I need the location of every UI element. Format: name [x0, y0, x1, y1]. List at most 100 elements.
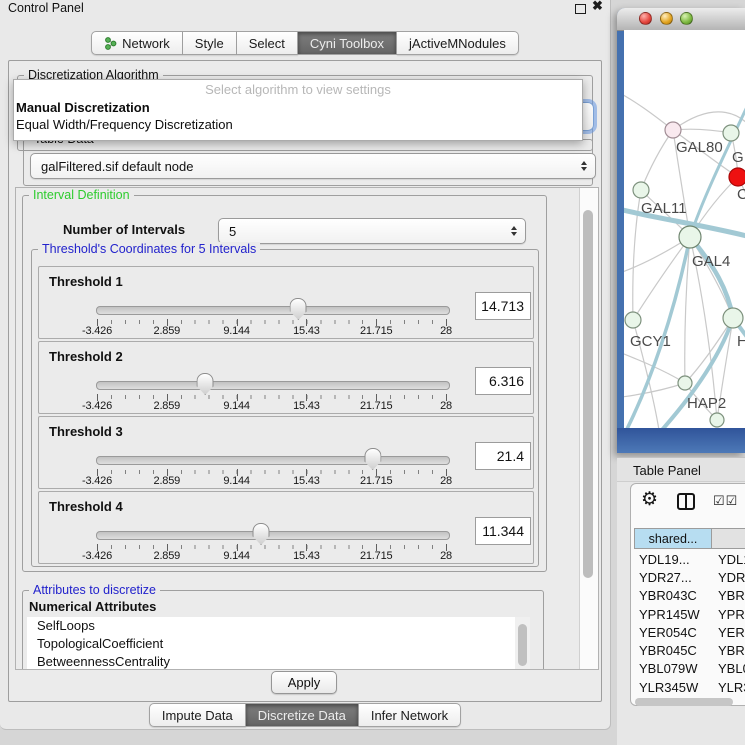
threshold-label: Threshold 3 [49, 424, 123, 439]
tick-label: 15.43 [293, 550, 320, 562]
tick-label: 21.715 [360, 475, 392, 487]
tab-cyni-toolbox[interactable]: Cyni Toolbox [298, 31, 397, 55]
columns-icon[interactable] [677, 493, 695, 510]
threshold-value-field[interactable]: 6.316 [475, 367, 531, 395]
table-data-group: Table Data galFiltered.sif default node [23, 139, 593, 186]
threshold-value-field[interactable]: 14.713 [475, 292, 531, 320]
list-item[interactable]: BetweennessCentrality [27, 653, 515, 669]
node-label-gal80: GAL80 [676, 139, 723, 156]
node-top-right[interactable] [723, 125, 739, 141]
dropdown-option-manual[interactable]: Manual Discretization [14, 99, 582, 116]
tick-label: 9.144 [223, 400, 250, 412]
select-checkboxes-icon[interactable]: ☑☑ [713, 493, 738, 509]
minor-ticks [97, 395, 447, 399]
node-right[interactable] [723, 308, 743, 328]
tick-label: 15.43 [293, 400, 320, 412]
group-title: Threshold's Coordinates for 5 Intervals [38, 242, 260, 256]
table-row[interactable]: YDL19...YDL1 [634, 550, 745, 568]
node-bottom[interactable] [710, 413, 724, 427]
close-traffic-light[interactable] [639, 12, 652, 25]
tab-network[interactable]: Network [91, 31, 183, 55]
tab-infer-network[interactable]: Infer Network [359, 703, 461, 727]
threshold-value-field[interactable]: 21.4 [475, 442, 531, 470]
tab-label: Network [122, 36, 170, 51]
slider-handle[interactable] [364, 448, 381, 470]
thresholds-group: Threshold's Coordinates for 5 Intervals … [31, 249, 539, 567]
node-gcy1[interactable] [625, 312, 641, 328]
threshold-label: Threshold 1 [49, 274, 123, 289]
number-of-intervals-label: Number of Intervals [63, 222, 185, 237]
interval-definition-group: Interval Definition Number of Intervals … [22, 195, 547, 572]
float-window-icon[interactable] [575, 4, 586, 14]
gear-icon[interactable]: ⚙ [641, 488, 658, 511]
apply-button[interactable]: Apply [271, 671, 337, 694]
minimize-traffic-light[interactable] [660, 12, 673, 25]
node-label-partial-g: G [732, 149, 744, 166]
threshold-label: Threshold 2 [49, 349, 123, 364]
threshold-3-row: Threshold 3 -3.426 2.859 9.144 15.43 21.… [38, 416, 534, 489]
dropdown-placeholder-item[interactable]: Select algorithm to view settings [14, 80, 582, 99]
table-data-selected: galFiltered.sif default node [41, 159, 193, 174]
tick-label: -3.426 [82, 475, 112, 487]
node-gal80[interactable] [665, 122, 681, 138]
bottom-tab-bar: Impute Data Discretize Data Infer Networ… [0, 703, 610, 727]
node-selected-red[interactable] [729, 168, 745, 186]
dropdown-option-equal-width[interactable]: Equal Width/Frequency Discretization [14, 116, 582, 133]
scrollbar-thumb[interactable] [583, 210, 593, 578]
node-gal11[interactable] [633, 182, 649, 198]
node-table-panel: ⚙ ☑☑ shared... n YDL19...YDL1 YDR27...YD… [630, 483, 745, 706]
node-label-gal4: GAL4 [692, 253, 730, 270]
list-item[interactable]: TopologicalCoefficient [27, 635, 515, 653]
table-row[interactable]: YBR045CYBR0 [634, 641, 745, 659]
table-header: shared... n [634, 528, 745, 549]
node-gal4[interactable] [679, 226, 701, 248]
table-panel: Table Panel ⚙ ☑☑ shared... n YDL19...YDL… [617, 457, 745, 745]
slider-handle[interactable] [253, 523, 270, 545]
list-scrollbar[interactable] [515, 617, 530, 669]
table-row[interactable]: YLR345WYLR3 [634, 678, 745, 696]
table-row[interactable]: YBR043CYBR0 [634, 587, 745, 605]
tick-label: 21.715 [360, 550, 392, 562]
intervals-value: 5 [229, 224, 236, 239]
zoom-traffic-light[interactable] [680, 12, 693, 25]
list-item[interactable]: SelfLoops [27, 617, 515, 635]
table-row[interactable]: YPR145WYPR1 [634, 605, 745, 623]
minor-ticks [97, 545, 447, 549]
table-data-combobox[interactable]: galFiltered.sif default node [30, 153, 596, 179]
tab-impute-data[interactable]: Impute Data [149, 703, 246, 727]
node-hap2[interactable] [678, 376, 692, 390]
slider-handle[interactable] [197, 373, 214, 395]
tick-label: -3.426 [82, 325, 112, 337]
minor-ticks [97, 470, 447, 474]
slider-handle[interactable] [290, 298, 307, 320]
settings-scrollbar[interactable] [579, 188, 598, 669]
tab-style[interactable]: Style [183, 31, 237, 55]
tick-label: 2.859 [154, 400, 181, 412]
horizontal-scrollbar[interactable] [635, 698, 745, 706]
tick-label: 21.715 [360, 325, 392, 337]
threshold-label: Threshold 4 [49, 499, 123, 514]
column-header-shared-name[interactable]: shared... [634, 528, 712, 549]
threshold-value-field[interactable]: 11.344 [475, 517, 531, 545]
group-title: Interval Definition [29, 188, 134, 202]
tab-discretize-data[interactable]: Discretize Data [246, 703, 359, 727]
table-row[interactable]: YER054CYER0 [634, 623, 745, 641]
close-icon[interactable]: ✖ [592, 0, 603, 14]
tab-select[interactable]: Select [237, 31, 298, 55]
threshold-1-row: Threshold 1 -3.426 2.859 9.144 15.43 21.… [38, 266, 534, 339]
tick-label: 15.43 [293, 325, 320, 337]
tick-label: -3.426 [82, 550, 112, 562]
table-row[interactable]: YBL079WYBL0 [634, 660, 745, 678]
number-of-intervals-spinner[interactable]: 5 [218, 218, 526, 244]
column-header-name[interactable]: n [712, 528, 745, 549]
tab-jactivemnodules[interactable]: jActiveMNodules [397, 31, 519, 55]
tick-label: 2.859 [154, 325, 181, 337]
settings-scrollpane: Interval Definition Number of Intervals … [15, 187, 599, 670]
network-canvas[interactable]: GAL80 G C GAL11 GAL4 GCY1 H HAP2 [624, 30, 745, 428]
node-label-hap2: HAP2 [687, 395, 726, 412]
table-row[interactable]: YDR27...YDR2 [634, 568, 745, 586]
network-icon [104, 36, 117, 51]
cyni-toolbox-content: Discretization Algorithm Select algorith… [8, 60, 602, 702]
panel-title: Control Panel [8, 1, 84, 15]
window-titlebar[interactable] [617, 8, 745, 31]
